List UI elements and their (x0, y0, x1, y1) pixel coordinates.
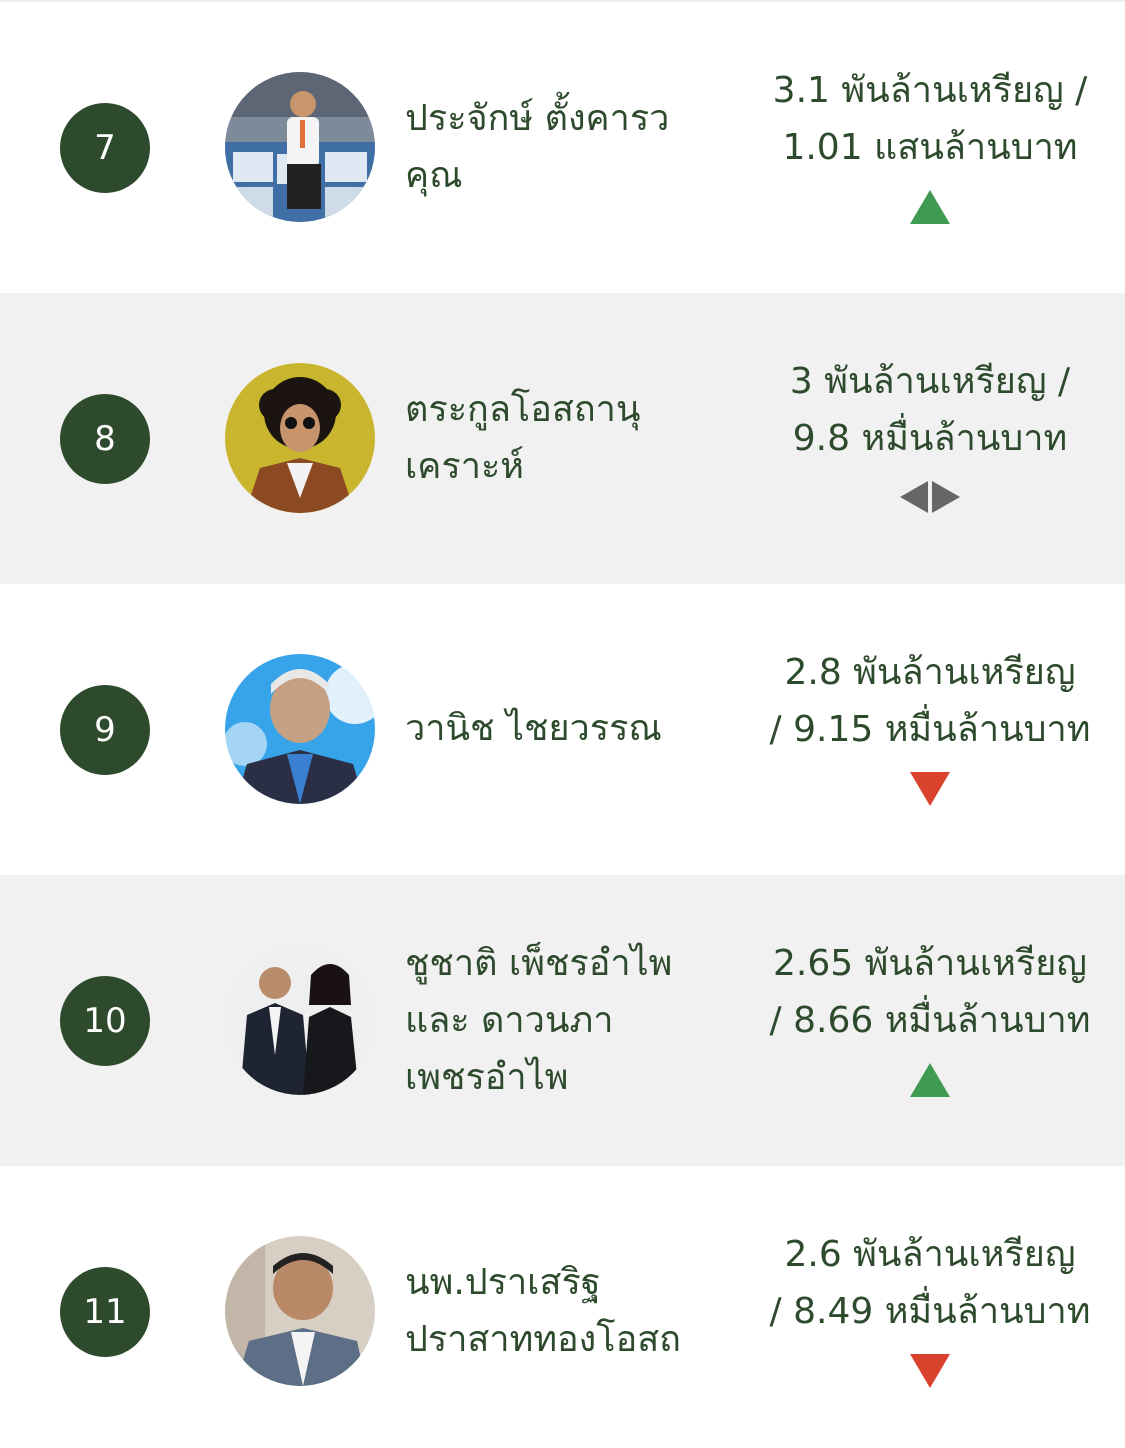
person-name-line: ตระกูลโอสถานุ (405, 389, 641, 430)
left-right-arrow-icon (890, 481, 970, 521)
net-worth-thb: 1.01 แสนล้านบาท (782, 127, 1078, 168)
rank-badge: 10 (60, 976, 150, 1066)
person-name-line: เคราะห์ (405, 446, 525, 487)
net-worth-thb: 9.8 หมื่นล้านบาท (792, 418, 1068, 459)
person-name-line: ประจักษ์ ตั้งคารว (405, 98, 670, 139)
net-worth-usd: 2.8 พันล้านเหรียญ (784, 652, 1076, 693)
net-worth-thb: / 8.49 หมื่นล้านบาท (769, 1291, 1091, 1332)
person-name: ชูชาติ เพ็ชรอำไพ และ ดาวนภา เพชรอำไพ (405, 935, 735, 1106)
person-name-line: ปราสาททองโอสถ (405, 1319, 681, 1360)
triangle-down-icon (890, 1354, 970, 1394)
rank-badge: 8 (60, 394, 150, 484)
net-worth: 3 พันล้านเหรียญ / 9.8 หมื่นล้านบาท (745, 353, 1115, 467)
net-worth: 2.65 พันล้านเหรียญ / 8.66 หมื่นล้านบาท (745, 935, 1115, 1049)
rich-list: 7 ประจักษ์ ตั้งคารว คุณ 3.1 พันล้านเหรีย… (0, 0, 1125, 1448)
net-worth: 2.6 พันล้านเหรียญ / 8.49 หมื่นล้านบาท (745, 1226, 1115, 1340)
list-item-rank-8[interactable]: 8 ตระกูลโอสถานุ เคราะห์ 3 พันล้านเหรียญ … (0, 293, 1125, 584)
triangle-down-icon (890, 772, 970, 812)
net-worth-usd: 3.1 พันล้านเหรียญ / (772, 70, 1088, 111)
triangle-up-icon (890, 1063, 970, 1103)
net-worth-thb: / 8.66 หมื่นล้านบาท (769, 1000, 1091, 1041)
list-item-rank-9[interactable]: 9 วานิช ไชยวรรณ 2.8 พันล้านเหรียญ / 9.15… (0, 584, 1125, 875)
person-name-line: นพ.ปราเสริฐ (405, 1262, 601, 1303)
rank-badge: 7 (60, 103, 150, 193)
net-worth-usd: 3 พันล้านเหรียญ / (789, 361, 1071, 402)
person-name-line: คุณ (405, 155, 463, 196)
avatar (225, 72, 375, 222)
person-name-line: วานิช ไชยวรรณ (405, 708, 662, 749)
triangle-up-icon (890, 190, 970, 230)
list-item-rank-11[interactable]: 11 นพ.ปราเสริฐ ปราสาททองโอสถ 2.6 พันล้าน… (0, 1166, 1125, 1448)
person-name: วานิช ไชยวรรณ (405, 700, 735, 757)
avatar (225, 363, 375, 513)
person-name: นพ.ปราเสริฐ ปราสาททองโอสถ (405, 1254, 735, 1368)
person-name: ประจักษ์ ตั้งคารว คุณ (405, 90, 735, 204)
list-item-rank-10[interactable]: 10 ชูชาติ เพ็ชรอำไพ และ ดาวนภา เพชรอำไพ … (0, 875, 1125, 1166)
net-worth-usd: 2.6 พันล้านเหรียญ (784, 1234, 1076, 1275)
avatar (225, 654, 375, 804)
list-item-rank-7[interactable]: 7 ประจักษ์ ตั้งคารว คุณ 3.1 พันล้านเหรีย… (0, 2, 1125, 293)
rank-badge: 9 (60, 685, 150, 775)
net-worth: 2.8 พันล้านเหรียญ / 9.15 หมื่นล้านบาท (745, 644, 1115, 758)
person-name-line: เพชรอำไพ (405, 1057, 569, 1098)
net-worth-thb: / 9.15 หมื่นล้านบาท (769, 709, 1091, 750)
net-worth: 3.1 พันล้านเหรียญ / 1.01 แสนล้านบาท (745, 62, 1115, 176)
person-name-line: ชูชาติ เพ็ชรอำไพ (405, 943, 673, 984)
avatar (225, 945, 375, 1095)
rank-badge: 11 (60, 1267, 150, 1357)
person-name: ตระกูลโอสถานุ เคราะห์ (405, 381, 735, 495)
net-worth-usd: 2.65 พันล้านเหรียญ (773, 943, 1087, 984)
avatar (225, 1236, 375, 1386)
person-name-line: และ ดาวนภา (405, 1000, 614, 1041)
